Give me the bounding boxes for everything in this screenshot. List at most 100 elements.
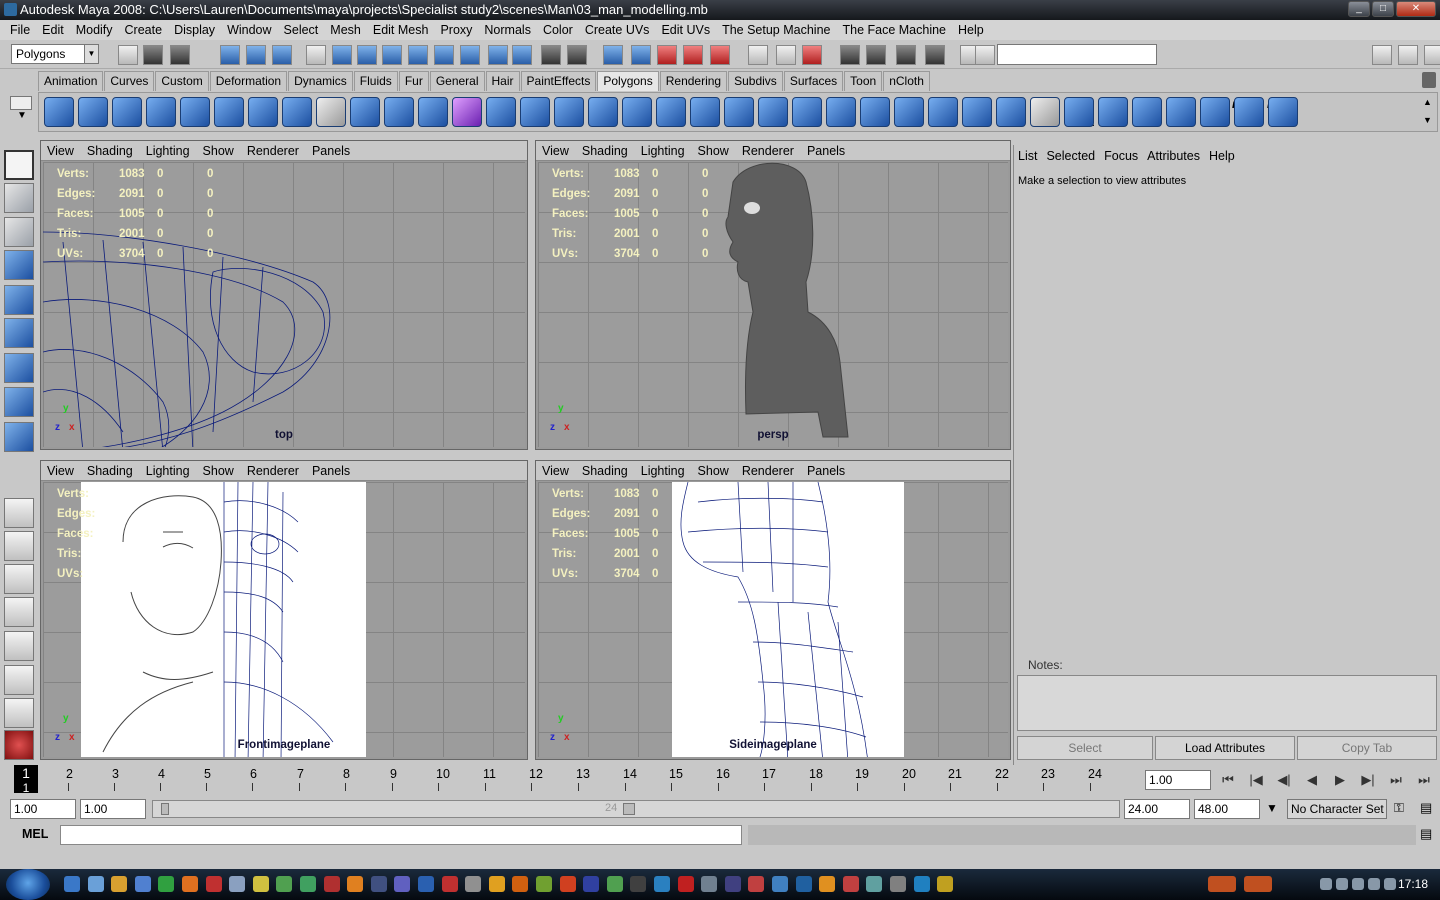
taskbar-app-icon[interactable] (418, 876, 434, 892)
viewport-menu-lighting[interactable]: Lighting (641, 144, 685, 158)
taskbar-app-icon[interactable] (323, 876, 340, 892)
taskbar-app-icon[interactable] (772, 876, 788, 892)
shelf-tool-icon[interactable] (146, 97, 176, 127)
start-button[interactable] (6, 869, 50, 900)
quick-input-field[interactable] (997, 44, 1157, 65)
range-bar[interactable]: 24 (152, 800, 1120, 818)
viewport-menu-panels[interactable]: Panels (312, 464, 350, 478)
toolbox-tool-icon[interactable] (4, 387, 34, 417)
viewport-canvas[interactable]: Verts: 1083 0 0 Edges: 2091 0 0 Faces: 1005 0 0 Tris… (43, 162, 525, 447)
viewport-front[interactable]: View Shading Lighting Show Renderer Panels Ve… (40, 460, 528, 760)
taskbar-running-app-icon[interactable] (1244, 876, 1272, 892)
status-tool-icon[interactable] (512, 45, 532, 65)
shelf-tab-ncloth[interactable]: nCloth (883, 71, 930, 91)
menu-edit-mesh[interactable]: Edit Mesh (367, 23, 435, 37)
mel-label[interactable]: MEL (22, 827, 48, 841)
taskbar-app-icon[interactable] (229, 876, 246, 892)
shelf-tab-dynamics[interactable]: Dynamics (288, 71, 353, 91)
taskbar-clock[interactable]: 17:18 (1398, 877, 1428, 891)
shelf-tool-icon[interactable] (180, 97, 210, 127)
menu-color[interactable]: Color (537, 23, 579, 37)
viewport-menu-view[interactable]: View (542, 144, 569, 158)
viewport-menu-shading[interactable]: Shading (87, 144, 133, 158)
playback-control-icon[interactable]: ◀| (1272, 769, 1296, 791)
attr-menu-attributes[interactable]: Attributes (1147, 149, 1200, 167)
copy-tab-button[interactable]: Copy Tab (1297, 736, 1437, 760)
layout-icon[interactable] (1398, 45, 1418, 65)
shelf-tool-icon[interactable] (1234, 97, 1264, 127)
shelf-scroll-up[interactable]: ▲ (1423, 97, 1432, 107)
shelf-tool-icon[interactable] (418, 97, 448, 127)
shelf-tool-icon[interactable] (44, 97, 74, 127)
current-time-field[interactable]: 1.00 (1145, 770, 1211, 790)
toolbox-tool-icon[interactable] (4, 183, 34, 213)
shelf-tab-fluids[interactable]: Fluids (353, 71, 398, 91)
maximize-button[interactable]: □ (1372, 1, 1394, 17)
load-attributes-button[interactable]: Load Attributes (1155, 736, 1295, 760)
shelf-tool-icon[interactable] (962, 97, 992, 127)
status-tool-icon[interactable] (460, 45, 480, 65)
shelf-tool-icon[interactable] (486, 97, 516, 127)
toolbox-tool-icon[interactable] (4, 285, 34, 315)
shelf-tool-icon[interactable] (588, 97, 618, 127)
shelf-tool-icon[interactable] (1200, 97, 1230, 127)
shelf-tab-hair[interactable]: Hair (485, 71, 520, 91)
status-tool-icon[interactable] (357, 45, 377, 65)
shelf-tool-icon[interactable] (316, 97, 346, 127)
status-tool-icon[interactable] (382, 45, 402, 65)
shelf-tool-icon[interactable] (928, 97, 958, 127)
viewport-top[interactable]: View Shading Lighting Show Renderer Panels Ve… (40, 140, 528, 450)
taskbar-app-icon[interactable] (748, 876, 765, 892)
status-tool-icon[interactable] (631, 45, 651, 65)
taskbar-app-icon[interactable] (795, 876, 812, 892)
status-tool-icon[interactable] (408, 45, 428, 65)
shelf-tool-icon[interactable] (860, 97, 890, 127)
viewport-menu-lighting[interactable]: Lighting (146, 464, 190, 478)
menu-edit-uvs[interactable]: Edit UVs (655, 23, 716, 37)
viewport-canvas[interactable]: Verts: Edges: Faces: Tris: UVs: Frontimagepla… (43, 482, 525, 757)
prefs-icon[interactable]: ▤ (1420, 800, 1432, 816)
taskbar-app-icon[interactable] (394, 876, 411, 892)
status-tool-icon[interactable] (975, 45, 995, 65)
layout-icon[interactable] (1372, 45, 1392, 65)
taskbar-app-icon[interactable] (512, 876, 529, 892)
playback-control-icon[interactable]: ▶| (1356, 769, 1380, 791)
menu-mesh[interactable]: Mesh (324, 23, 367, 37)
viewport-canvas[interactable]: Verts: 1083 0 0 Edges: 2091 0 0 Faces: 1005 0 0 Tris… (538, 162, 1008, 447)
shelf-tool-icon[interactable] (112, 97, 142, 127)
taskbar-app-icon[interactable] (724, 876, 741, 892)
current-frame-marker[interactable]: 1 1 (14, 765, 38, 795)
taskbar-app-icon[interactable] (158, 876, 175, 892)
taskbar-app-icon[interactable] (276, 876, 293, 892)
select-button[interactable]: Select (1017, 736, 1153, 760)
viewport-menu-panels[interactable]: Panels (807, 144, 845, 158)
close-button[interactable]: ✕ (1396, 1, 1436, 17)
shelf-tool-icon[interactable] (1166, 97, 1196, 127)
menu-the-setup-machine[interactable]: The Setup Machine (716, 23, 836, 37)
shelf-tab-painteffects[interactable]: PaintEffects (520, 71, 597, 91)
shelf-tab-rendering[interactable]: Rendering (659, 71, 728, 91)
viewport-menu-shading[interactable]: Shading (582, 144, 628, 158)
layout-tool-icon[interactable] (4, 730, 34, 760)
shelf-tab-custom[interactable]: Custom (155, 71, 209, 91)
notes-textarea[interactable] (1017, 675, 1437, 731)
viewport-menu-show[interactable]: Show (203, 144, 234, 158)
taskbar-app-icon[interactable] (937, 876, 954, 892)
shelf-tab-subdivs[interactable]: Subdivs (728, 71, 783, 91)
viewport-menu-show[interactable]: Show (203, 464, 234, 478)
taskbar-app-icon[interactable] (677, 876, 694, 892)
taskbar-app-icon[interactable] (842, 876, 859, 892)
shelf-tool-icon[interactable] (690, 97, 720, 127)
viewport-menu-view[interactable]: View (542, 464, 569, 478)
viewport-menu-panels[interactable]: Panels (807, 464, 845, 478)
taskbar-running-app-icon[interactable] (1208, 876, 1236, 892)
layout-preset-icon[interactable] (4, 498, 34, 528)
viewport-persp[interactable]: View Shading Lighting Show Renderer Panels Ve… (535, 140, 1011, 450)
menu-modify[interactable]: Modify (70, 23, 119, 37)
attr-menu-selected[interactable]: Selected (1046, 149, 1095, 167)
status-tool-icon[interactable] (776, 45, 796, 65)
playback-end-field[interactable]: 24.00 (1124, 799, 1190, 819)
playback-start-field[interactable]: 1.00 (80, 799, 146, 819)
playback-control-icon[interactable]: ⏮ (1216, 769, 1240, 791)
menu-normals[interactable]: Normals (478, 23, 537, 37)
